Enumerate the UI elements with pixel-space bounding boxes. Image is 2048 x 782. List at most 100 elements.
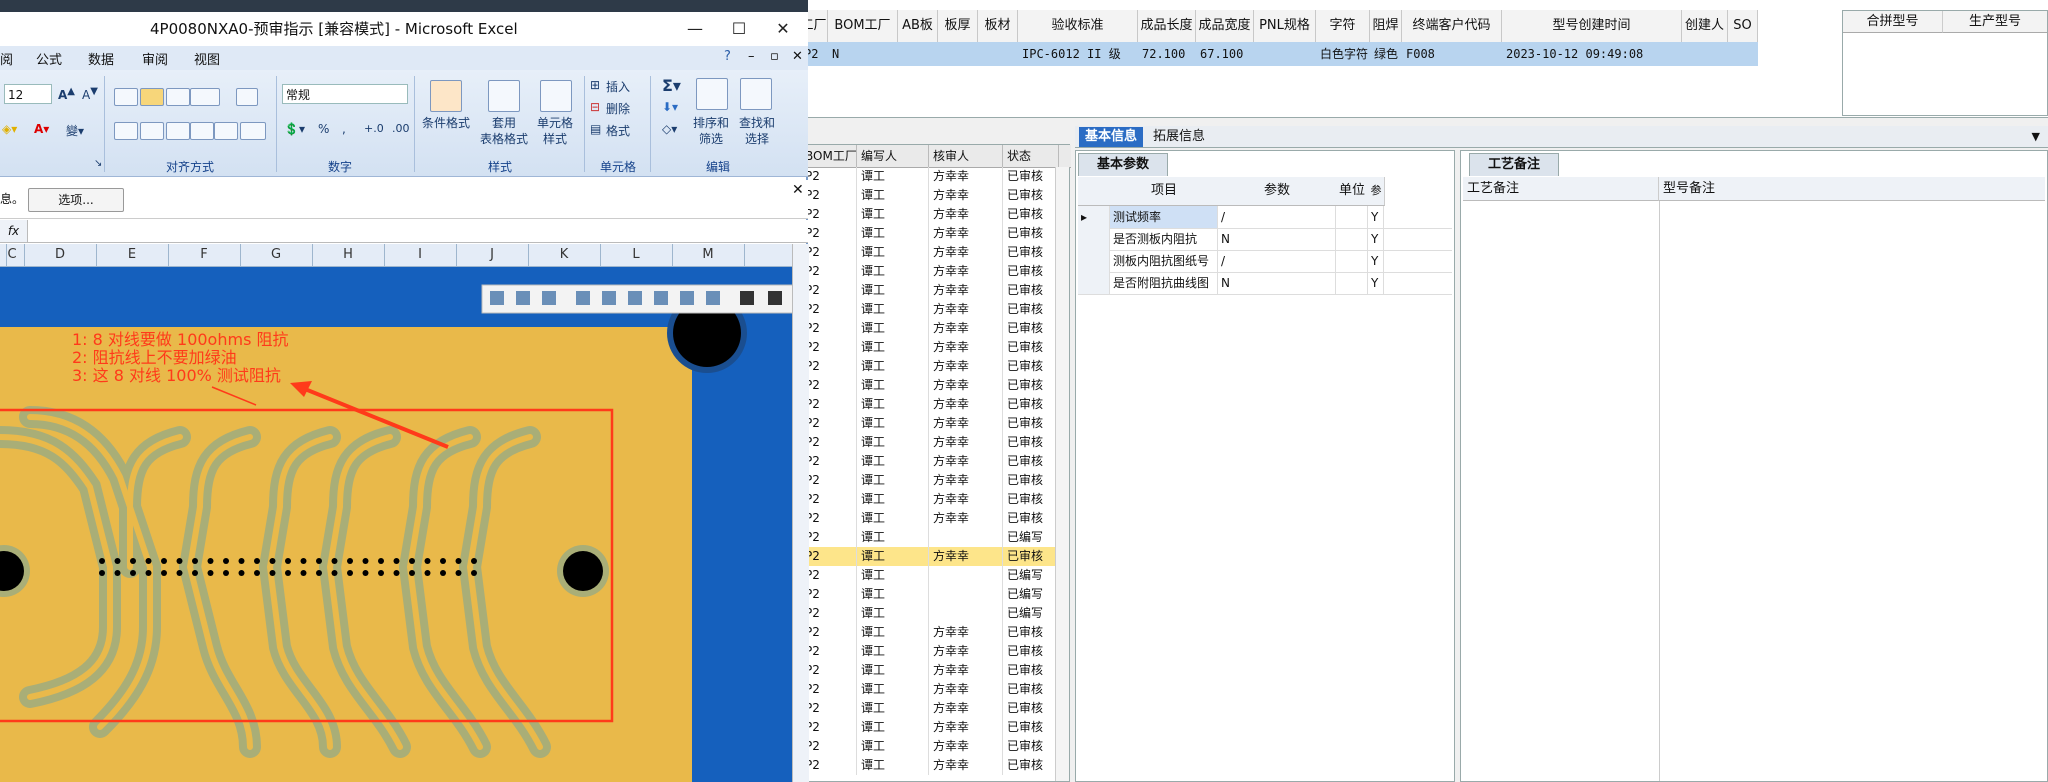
param-cell[interactable]: 是否测板内阻抗 bbox=[1110, 228, 1218, 250]
param-cell[interactable]: Y bbox=[1368, 206, 1384, 228]
column-header-c[interactable]: C bbox=[0, 244, 25, 266]
list-item[interactable]: P2 谭工 方幸幸 已审核 bbox=[801, 737, 1059, 756]
font-color-icon[interactable]: A▾ bbox=[34, 122, 49, 136]
comma-icon[interactable]: , bbox=[342, 122, 346, 136]
erp-col-header[interactable]: 成品长度 bbox=[1138, 10, 1196, 42]
align-center-icon[interactable] bbox=[140, 122, 164, 140]
erp-cell[interactable] bbox=[978, 42, 1018, 66]
decrease-decimal-icon[interactable]: .00 bbox=[392, 122, 410, 135]
fx-icon[interactable]: fx bbox=[0, 220, 28, 242]
cell-style-label-1[interactable]: 单元格 bbox=[530, 114, 580, 131]
delete-icon[interactable]: ⊟ bbox=[590, 100, 600, 114]
erp-cell[interactable] bbox=[938, 42, 978, 66]
param-cell[interactable]: Y bbox=[1368, 250, 1384, 272]
erp-col-header[interactable]: SO bbox=[1728, 10, 1758, 42]
sheet-area[interactable]: 1: 8 对线要做 100ohms 阻抗 2: 阻抗线上不要加绿油 3: 这 8… bbox=[0, 267, 792, 782]
list-item[interactable]: P2 谭工 方幸幸 已审核 bbox=[801, 205, 1059, 224]
list-item[interactable]: P2 谭工 已编写 bbox=[801, 528, 1059, 547]
erp-grid-selected-row[interactable]: P2 N IPC-6012 II 级 72.100 67.100 白色字符 绿色 F008 20… bbox=[800, 42, 1758, 66]
format-table-label-1[interactable]: 套用 bbox=[474, 114, 534, 131]
list-item[interactable]: P2 谭工 方幸幸 已审核 bbox=[801, 338, 1059, 357]
message-close-icon[interactable]: ✕ bbox=[792, 182, 804, 198]
list-item[interactable]: P2 谭工 方幸幸 已审核 bbox=[801, 509, 1059, 528]
erp-cell[interactable]: IPC-6012 II 级 bbox=[1018, 42, 1138, 66]
erp-cell[interactable]: 绿色 bbox=[1370, 42, 1402, 66]
tab-view[interactable]: 视图 bbox=[194, 49, 220, 68]
column-header-l[interactable]: L bbox=[600, 244, 673, 266]
ribbon-restore-icon[interactable]: ▫ bbox=[770, 49, 779, 64]
format-table-label-2[interactable]: 表格格式 bbox=[474, 130, 534, 147]
param-cell[interactable] bbox=[1336, 250, 1368, 272]
align-middle-icon[interactable] bbox=[140, 88, 164, 106]
conditional-format-icon[interactable] bbox=[430, 80, 462, 112]
param-cell[interactable]: / bbox=[1218, 250, 1336, 272]
param-row[interactable]: 是否附阻抗曲线图 N Y bbox=[1078, 272, 1452, 295]
column-header-i[interactable]: I bbox=[384, 244, 457, 266]
list-item[interactable]: P2 谭工 方幸幸 已审核 bbox=[801, 756, 1059, 775]
erp-col-header[interactable]: 板材 bbox=[978, 10, 1018, 42]
erp-col-header[interactable]: 验收标准 bbox=[1018, 10, 1138, 42]
params-col-unit[interactable]: 单位 bbox=[1336, 177, 1369, 206]
currency-icon[interactable]: 💲▾ bbox=[284, 122, 305, 136]
sort-filter-icon[interactable] bbox=[696, 78, 728, 110]
increase-decimal-icon[interactable]: +.0 bbox=[364, 122, 384, 135]
erp-col-header[interactable]: 创建人 bbox=[1682, 10, 1728, 42]
cell-style-icon[interactable] bbox=[540, 80, 572, 112]
list-item[interactable]: P2 谭工 方幸幸 已审核 bbox=[801, 395, 1059, 414]
format-table-icon[interactable] bbox=[488, 80, 520, 112]
tab-review[interactable]: 审阅 bbox=[142, 49, 168, 68]
sort-filter-label-2[interactable]: 筛选 bbox=[688, 130, 734, 147]
find-select-label-2[interactable]: 选择 bbox=[734, 130, 780, 147]
decrease-indent-icon[interactable] bbox=[190, 122, 214, 140]
align-left-icon[interactable] bbox=[114, 122, 138, 140]
erp-cell[interactable]: N bbox=[828, 42, 898, 66]
increase-indent-icon[interactable] bbox=[214, 122, 238, 140]
find-select-icon[interactable] bbox=[740, 78, 772, 110]
erp-cell[interactable] bbox=[898, 42, 938, 66]
param-cell[interactable]: N bbox=[1218, 272, 1336, 294]
column-header-j[interactable]: J bbox=[456, 244, 529, 266]
erp-col-header[interactable]: 成品宽度 bbox=[1196, 10, 1254, 42]
list-item[interactable]: P2 谭工 方幸幸 已审核 bbox=[801, 224, 1059, 243]
number-format-combo[interactable]: 常规 bbox=[282, 84, 408, 104]
column-header-g[interactable]: G bbox=[240, 244, 313, 266]
list-item[interactable]: P2 谭工 方幸幸 已审核 bbox=[801, 547, 1059, 566]
production-model-header[interactable]: 生产型号 bbox=[1943, 11, 2047, 33]
erp-col-header[interactable]: 字符 bbox=[1316, 10, 1370, 42]
list-item[interactable]: P2 谭工 方幸幸 已审核 bbox=[801, 300, 1059, 319]
tab-formulas[interactable]: 公式 bbox=[36, 49, 62, 68]
subtab-basic-params[interactable]: 基本参数 bbox=[1078, 153, 1169, 176]
list-item[interactable]: P2 谭工 方幸幸 已审核 bbox=[801, 699, 1059, 718]
list-item[interactable]: P2 谭工 方幸幸 已审核 bbox=[801, 623, 1059, 642]
list-item[interactable]: P2 谭工 方幸幸 已审核 bbox=[801, 680, 1059, 699]
fill-color-icon[interactable]: ◈▾ bbox=[2, 122, 17, 136]
ribbon-close-icon[interactable]: ✕ bbox=[792, 49, 803, 64]
formula-bar[interactable]: fx bbox=[0, 220, 808, 243]
col-reviewer[interactable]: 核审人 bbox=[929, 145, 1003, 167]
list-item[interactable]: P2 谭工 方幸幸 已审核 bbox=[801, 661, 1059, 680]
column-header-h[interactable]: H bbox=[312, 244, 385, 266]
record-list-scrollbar[interactable] bbox=[1055, 167, 1069, 781]
param-row[interactable]: 是否测板内阻抗 N Y bbox=[1078, 228, 1452, 251]
font-size-combo[interactable]: 12 bbox=[4, 84, 52, 104]
param-cell[interactable]: N bbox=[1218, 228, 1336, 250]
erp-cell[interactable]: 67.100 bbox=[1196, 42, 1254, 66]
tab-data[interactable]: 数据 bbox=[88, 49, 114, 68]
param-cell[interactable] bbox=[1336, 272, 1368, 294]
insert-icon[interactable]: ⊞ bbox=[590, 78, 600, 92]
erp-cell[interactable]: F008 bbox=[1402, 42, 1502, 66]
list-item[interactable]: P2 谭工 方幸幸 已审核 bbox=[801, 414, 1059, 433]
erp-cell[interactable]: 72.100 bbox=[1138, 42, 1196, 66]
list-item[interactable]: P2 谭工 已编写 bbox=[801, 566, 1059, 585]
help-icon[interactable]: ? bbox=[724, 49, 731, 64]
list-item[interactable]: P2 谭工 方幸幸 已审核 bbox=[801, 433, 1059, 452]
options-button[interactable]: 选项... bbox=[28, 188, 124, 212]
tab-menu-icon[interactable]: ▼ bbox=[2032, 130, 2040, 143]
list-item[interactable]: P2 谭工 已编写 bbox=[801, 604, 1059, 623]
column-header-k[interactable]: K bbox=[528, 244, 601, 266]
phonetic-icon[interactable]: 變▾ bbox=[66, 122, 84, 139]
list-item[interactable]: P2 谭工 方幸幸 已审核 bbox=[801, 243, 1059, 262]
maximize-icon[interactable]: ☐ bbox=[724, 18, 754, 40]
fill-icon[interactable]: ⬇▾ bbox=[662, 100, 678, 114]
list-item[interactable]: P2 谭工 方幸幸 已审核 bbox=[801, 452, 1059, 471]
